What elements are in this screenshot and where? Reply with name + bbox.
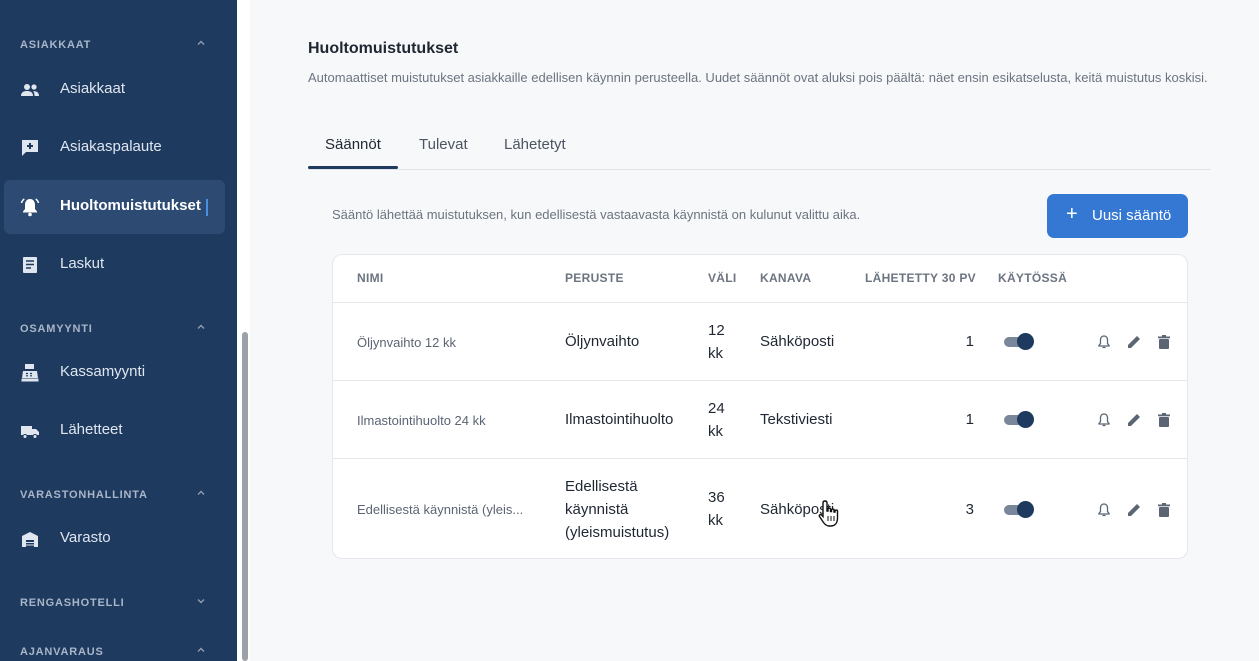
focus-indicator (206, 199, 208, 216)
section-rengashotelli[interactable]: RENGASHOTELLI (0, 592, 237, 616)
table-row[interactable]: Ilmastointihuolto 24 kk Ilmastointihuolt… (333, 381, 1187, 459)
rule-sent-count: 3 (965, 501, 974, 518)
people-icon (21, 84, 39, 96)
table-row[interactable]: Öljynvaihto 12 kk Öljynvaihto 12 kk Sähk… (333, 303, 1187, 381)
rule-sent-count: 1 (965, 333, 974, 350)
section-varastonhallinta[interactable]: VARASTONHALLINTA (0, 484, 237, 508)
table-row[interactable]: Edellisestä käynnistä (yleis... Edellise… (333, 459, 1187, 558)
sidebar-item-label: Asiakaspalaute (60, 138, 162, 155)
sidebar-scrollbar-thumb[interactable] (242, 332, 248, 661)
column-header-name: NIMI (357, 271, 384, 285)
section-title: AJANVARAUS (20, 646, 104, 658)
warehouse-icon (22, 532, 38, 547)
new-rule-button[interactable]: + Uusi sääntö (1047, 194, 1188, 238)
main-content: Huoltomuistutukset Automaattiset muistut… (250, 0, 1259, 661)
sidebar-item-kassamyynti[interactable]: Kassamyynti (4, 346, 225, 400)
delete-icon[interactable] (1156, 334, 1172, 350)
tab-bar: Säännöt Tulevat Lähetetyt (308, 126, 1211, 170)
page-description: Automaattiset muistutukset asiakkaille e… (308, 70, 1208, 85)
bell-icon (20, 198, 40, 217)
rule-channel: Tekstiviesti (760, 411, 833, 428)
rules-note: Sääntö lähettää muistutuksen, kun edelli… (332, 207, 861, 222)
rule-enabled-toggle[interactable] (1004, 501, 1034, 519)
sidebar: ASIAKKAAT Asiakkaat Asiakaspalaute Huolt… (0, 0, 237, 661)
sidebar-item-varasto[interactable]: Varasto (4, 512, 225, 566)
truck-icon (21, 426, 39, 439)
sidebar-item-huoltomuistutukset[interactable]: Huoltomuistutukset (4, 180, 225, 234)
bell-icon[interactable] (1096, 334, 1112, 350)
edit-icon[interactable] (1126, 412, 1142, 428)
chevron-up-icon (197, 647, 205, 652)
rule-basis: Ilmastointihuolto (565, 411, 674, 428)
section-asiakkaat[interactable]: ASIAKKAAT (0, 34, 237, 58)
edit-icon[interactable] (1126, 334, 1142, 350)
invoice-icon (23, 257, 37, 273)
page-title: Huoltomuistutukset (308, 40, 459, 57)
sidebar-item-asiakaspalaute[interactable]: Asiakaspalaute (4, 121, 225, 175)
section-osamyynti[interactable]: OSAMYYNTI (0, 318, 237, 342)
column-header-enabled: KÄYTÖSSÄ (998, 271, 1068, 285)
rule-name[interactable]: Ilmastointihuolto 24 kk (357, 409, 486, 432)
table-header: NIMI PERUSTE VÄLI KANAVA LÄHETETTY 30 PV… (333, 255, 1187, 303)
tab-indicator (308, 166, 398, 169)
sidebar-item-label: Lähetteet (60, 421, 123, 438)
chevron-up-icon (197, 490, 205, 495)
sidebar-item-label: Varasto (60, 529, 111, 546)
rule-name[interactable]: Öljynvaihto 12 kk (357, 331, 456, 354)
column-header-channel: KANAVA (760, 271, 812, 285)
tab-saannot[interactable]: Säännöt (325, 136, 381, 153)
bell-icon[interactable] (1096, 412, 1112, 428)
chevron-up-icon (197, 40, 205, 45)
rule-channel: Sähköposti (760, 333, 835, 350)
rule-interval: 12 kk (708, 322, 725, 362)
section-title: VARASTONHALLINTA (20, 489, 148, 501)
sidebar-item-label: Asiakkaat (60, 80, 126, 97)
sidebar-item-label: Huoltomuistutukset (60, 197, 201, 214)
delete-icon[interactable] (1156, 502, 1172, 518)
chevron-down-icon (197, 599, 205, 604)
section-ajanvaraus[interactable]: AJANVARAUS (0, 641, 237, 661)
tab-tulevat[interactable]: Tulevat (419, 136, 468, 153)
rule-enabled-toggle[interactable] (1004, 411, 1034, 429)
sidebar-item-label: Laskut (60, 255, 105, 272)
rules-table: NIMI PERUSTE VÄLI KANAVA LÄHETETTY 30 PV… (332, 254, 1188, 559)
plus-icon: + (1066, 203, 1078, 225)
new-rule-label: Uusi sääntö (1092, 207, 1172, 224)
rule-interval: 24 kk (708, 400, 725, 440)
tab-lahetetyt[interactable]: Lähetetyt (504, 136, 566, 153)
column-header-sent: LÄHETETTY 30 PV (865, 271, 976, 285)
rule-sent-count: 1 (965, 411, 974, 428)
sidebar-item-asiakkaat[interactable]: Asiakkaat (4, 63, 225, 117)
bell-icon[interactable] (1096, 502, 1112, 518)
cash-register-icon (21, 364, 39, 382)
section-title: OSAMYYNTI (20, 323, 93, 335)
sidebar-item-laskut[interactable]: Laskut (4, 238, 225, 292)
rule-basis: Edellisestä käynnistä (yleismuistutus) (565, 478, 670, 541)
rule-basis: Öljynvaihto (565, 333, 640, 350)
rule-interval: 36 kk (708, 489, 725, 529)
rule-name[interactable]: Edellisestä käynnistä (yleis... (357, 498, 523, 521)
chevron-up-icon (197, 324, 205, 329)
delete-icon[interactable] (1156, 412, 1172, 428)
sidebar-item-label: Kassamyynti (60, 363, 146, 380)
column-header-interval: VÄLI (708, 271, 737, 285)
section-title: RENGASHOTELLI (20, 597, 125, 609)
sidebar-item-lahetteet[interactable]: Lähetteet (4, 404, 225, 458)
section-title: ASIAKKAAT (20, 39, 92, 51)
edit-icon[interactable] (1126, 502, 1142, 518)
rule-enabled-toggle[interactable] (1004, 333, 1034, 351)
hand-pointer-icon (818, 500, 839, 527)
column-header-basis: PERUSTE (565, 271, 624, 285)
feedback-icon (22, 140, 38, 156)
